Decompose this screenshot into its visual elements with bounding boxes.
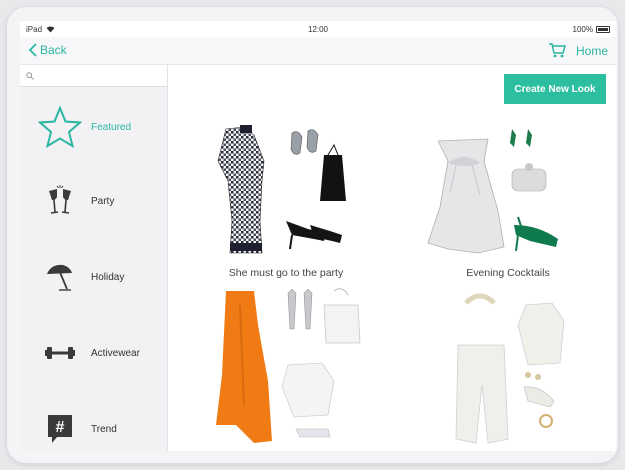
look-caption: She must go to the party <box>228 267 344 279</box>
category-label: Activewear <box>91 347 140 359</box>
sidebar: Featured Party Holiday Activewear # Tren… <box>20 65 168 451</box>
search-bar[interactable] <box>20 65 167 87</box>
status-time: 12:00 <box>307 24 329 34</box>
look-card[interactable]: She must go to the party <box>196 121 376 279</box>
look-card[interactable] <box>418 285 598 451</box>
dumbbell-icon <box>45 347 75 359</box>
look-image <box>455 293 565 444</box>
svg-text:#: # <box>56 419 65 436</box>
hashtag-icon: # <box>48 415 72 443</box>
home-area: Home <box>548 43 608 58</box>
chevron-left-icon <box>28 43 37 57</box>
search-icon <box>26 71 34 80</box>
look-image <box>427 129 558 254</box>
ipad-frame: iPad 12:00 100% Back Home Featured Party… <box>6 6 619 464</box>
battery-percent: 100% <box>572 24 593 34</box>
category-trend[interactable]: # Trend <box>20 399 168 451</box>
category-label: Party <box>91 195 115 207</box>
battery-icon <box>596 25 610 33</box>
look-caption: Evening Cocktails <box>466 267 550 279</box>
category-activewear[interactable]: Activewear <box>20 323 168 383</box>
category-party[interactable]: Party <box>20 171 168 231</box>
screen: iPad 12:00 100% Back Home Featured Party… <box>20 21 616 451</box>
category-featured-icon-wrap <box>35 106 85 148</box>
star-icon <box>38 106 82 148</box>
look-image <box>217 125 346 254</box>
category-holiday[interactable]: Holiday <box>20 247 168 307</box>
cart-icon[interactable] <box>548 43 566 58</box>
category-activewear-icon-wrap <box>35 344 85 362</box>
champagne-glasses-icon <box>49 185 71 214</box>
looks-grid: Create New Look She must go to the party… <box>168 65 616 451</box>
back-button[interactable]: Back <box>28 43 67 57</box>
look-image <box>216 288 361 443</box>
status-bar: iPad 12:00 100% <box>20 21 616 37</box>
navigation-bar: Back Home <box>20 37 616 65</box>
look-card[interactable] <box>196 285 376 451</box>
category-featured[interactable]: Featured <box>20 97 168 157</box>
category-party-icon-wrap <box>35 185 85 217</box>
back-label: Back <box>40 43 67 57</box>
home-button[interactable]: Home <box>576 44 608 58</box>
beach-umbrella-icon <box>47 264 72 291</box>
category-label: Featured <box>91 121 132 133</box>
category-label: Trend <box>91 423 117 435</box>
category-trend-icon-wrap: # <box>35 414 85 444</box>
look-card[interactable]: Evening Cocktails <box>418 121 598 279</box>
category-label: Holiday <box>91 271 125 283</box>
category-holiday-icon-wrap <box>35 262 85 292</box>
create-new-look-button[interactable]: Create New Look <box>504 74 606 104</box>
status-right: 100% <box>573 25 610 34</box>
